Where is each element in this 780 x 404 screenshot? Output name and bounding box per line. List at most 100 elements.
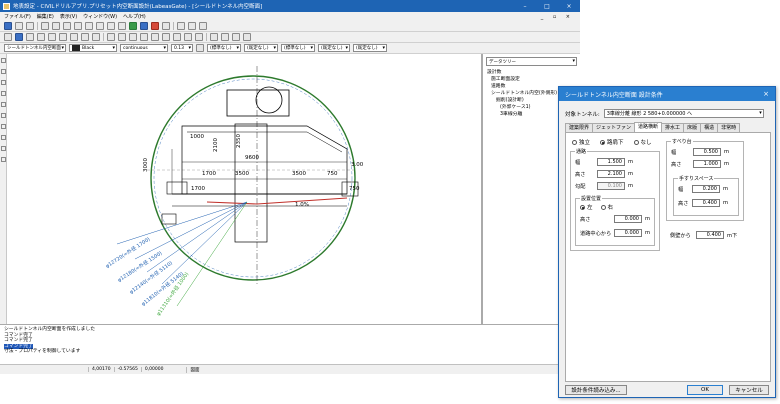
spline-tool-icon[interactable]	[0, 135, 6, 140]
save-icon[interactable]	[26, 22, 34, 30]
maximize-button[interactable]: □	[536, 3, 558, 10]
menu-edit[interactable]: 編集(E)	[37, 13, 54, 20]
radio-independent[interactable]: 独立	[572, 138, 590, 146]
color-select[interactable]: Black	[69, 44, 117, 52]
rectangle-tool-icon[interactable]	[0, 102, 6, 107]
bracket-icon[interactable]	[162, 22, 170, 30]
tab-floor-slab[interactable]: 床版	[683, 123, 702, 132]
text-icon[interactable]	[70, 33, 78, 41]
arrow-up-icon[interactable]	[232, 33, 240, 41]
snap-icon[interactable]	[151, 22, 159, 30]
curb-width-input[interactable]: 0.500	[693, 148, 721, 156]
line-icon[interactable]	[15, 33, 23, 41]
tree-item[interactable]: 設計数	[487, 69, 580, 76]
text-tool-icon[interactable]	[0, 157, 6, 162]
mirror-icon[interactable]	[140, 33, 148, 41]
arc-icon[interactable]	[48, 33, 56, 41]
drawing-canvas[interactable]: 1700 3500 3500 750 1700 9600 750 1000 30…	[7, 54, 482, 324]
handrail-width-input[interactable]: 0.200	[692, 185, 720, 193]
tab-structure[interactable]: 構造	[700, 123, 719, 132]
radio-left[interactable]: 左	[580, 203, 593, 211]
tree-view-select[interactable]: データツリー	[486, 57, 577, 66]
lineweight-select[interactable]: 0.13	[171, 44, 193, 52]
style-select-2[interactable]: (既定なし)	[244, 44, 278, 52]
mdi-controls[interactable]: _ ▫ ×	[541, 14, 574, 20]
load-conditions-button[interactable]: 設計条件読み込み...	[565, 385, 627, 395]
trim-icon[interactable]	[162, 33, 170, 41]
tree-item[interactable]: 施工断面設定	[487, 76, 580, 83]
radio-right[interactable]: 右	[600, 203, 613, 211]
style-select-3[interactable]: (標準なし)	[281, 44, 315, 52]
walkway-slope-input[interactable]: 0.100	[597, 182, 625, 190]
properties-icon[interactable]	[199, 22, 207, 30]
regen-icon[interactable]	[129, 22, 137, 30]
menu-view[interactable]: 表示(V)	[60, 13, 77, 20]
menu-window[interactable]: ウィンドウ(W)	[83, 13, 117, 20]
open-icon[interactable]	[15, 22, 23, 30]
circle-tool-icon[interactable]	[0, 124, 6, 129]
circle-icon[interactable]	[37, 33, 45, 41]
copy-icon[interactable]	[118, 33, 126, 41]
dialog-close-icon[interactable]: ×	[763, 90, 769, 98]
close-button[interactable]: ×	[558, 3, 580, 10]
hatch-icon[interactable]	[92, 33, 100, 41]
new-icon[interactable]	[4, 22, 12, 30]
style-select-5[interactable]: (既定なし)	[353, 44, 387, 52]
menu-help[interactable]: ヘルプ(H)	[123, 13, 146, 20]
help-icon[interactable]	[196, 44, 204, 52]
polyline-tool-icon[interactable]	[0, 80, 6, 85]
layer-select[interactable]: シールドトンネル内空断面	[4, 44, 66, 52]
ok-button[interactable]: OK	[687, 385, 723, 395]
walkway-width-input[interactable]: 1.500	[597, 158, 625, 166]
zoom-window-icon[interactable]	[96, 22, 104, 30]
curb-height-input[interactable]: 1.000	[693, 160, 721, 168]
redo-icon[interactable]	[52, 22, 60, 30]
polyline-icon[interactable]	[26, 33, 34, 41]
extend-icon[interactable]	[173, 33, 181, 41]
arc-tool-icon[interactable]	[0, 113, 6, 118]
select-icon[interactable]	[4, 33, 12, 41]
side-wall-offset-input[interactable]: 0.400	[696, 231, 724, 239]
tab-road-cross[interactable]: 道路横断	[634, 122, 663, 132]
target-tunnel-select[interactable]: 3車線分離 線形 2 580+0.000000 へ	[603, 109, 764, 118]
undo-icon[interactable]	[41, 22, 49, 30]
style-select-1[interactable]: (標準なし)	[207, 44, 241, 52]
arrow-down-icon[interactable]	[243, 33, 251, 41]
move-icon[interactable]	[107, 33, 115, 41]
walkway-height-input[interactable]: 2.100	[597, 170, 625, 178]
cancel-button[interactable]: キャンセル	[729, 385, 769, 395]
pan-icon[interactable]	[63, 22, 71, 30]
handrail-height-input[interactable]: 0.400	[692, 199, 720, 207]
radio-under-shoulder[interactable]: 路肩下	[600, 138, 624, 146]
offset-icon[interactable]	[151, 33, 159, 41]
minimize-button[interactable]: –	[514, 3, 536, 10]
rotate-icon[interactable]	[129, 33, 137, 41]
measure-icon[interactable]	[177, 22, 185, 30]
tab-drainage[interactable]: 排水工	[661, 123, 685, 132]
tab-jet-fan[interactable]: ジェットファン	[592, 123, 636, 132]
linetype-select[interactable]: continuous	[120, 44, 168, 52]
rectangle-icon[interactable]	[59, 33, 67, 41]
fillet-icon[interactable]	[184, 33, 192, 41]
arrow-right-icon[interactable]	[221, 33, 229, 41]
layer-icon[interactable]	[188, 22, 196, 30]
tab-clearance[interactable]: 建築限界	[565, 123, 594, 132]
zoom-in-icon[interactable]	[74, 22, 82, 30]
zoom-out-icon[interactable]	[85, 22, 93, 30]
tab-emergency[interactable]: 非常時	[717, 123, 741, 132]
erase-icon[interactable]	[195, 33, 203, 41]
dimension-icon[interactable]	[81, 33, 89, 41]
zoom-previous-icon[interactable]	[118, 22, 126, 30]
polygon-tool-icon[interactable]	[0, 91, 6, 96]
style-select-4[interactable]: (既定なし)	[318, 44, 350, 52]
line-tool-icon[interactable]	[0, 58, 6, 63]
position-offset-input[interactable]: 0.000	[614, 229, 642, 237]
construction-line-icon[interactable]	[0, 69, 6, 74]
menu-file[interactable]: ファイル(F)	[4, 13, 31, 20]
ellipse-tool-icon[interactable]	[0, 146, 6, 151]
position-height-input[interactable]: 0.000	[614, 215, 642, 223]
zoom-all-icon[interactable]	[107, 22, 115, 30]
grid-icon[interactable]	[140, 22, 148, 30]
radio-none[interactable]: なし	[633, 138, 652, 146]
arrow-left-icon[interactable]	[210, 33, 218, 41]
